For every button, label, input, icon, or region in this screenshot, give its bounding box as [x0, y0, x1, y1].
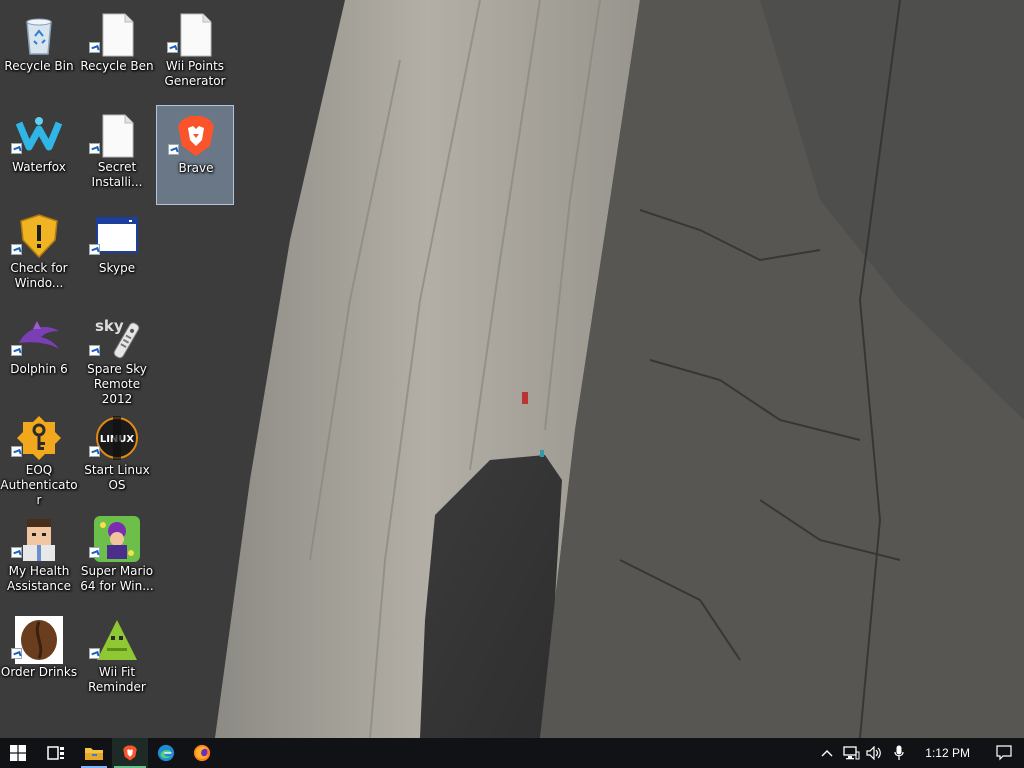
icon-label: Dolphin 6 [10, 362, 68, 376]
shortcut-arrow-icon [89, 42, 100, 53]
shortcut-arrow-icon [89, 345, 100, 356]
desktop-icon-secret-installer[interactable]: Secret Installi... [78, 105, 156, 205]
network-icon [843, 746, 860, 760]
shortcut-arrow-icon [89, 143, 100, 154]
edge-icon [157, 744, 175, 762]
icon-label: Secret Installi... [91, 160, 143, 189]
mario-game-icon [94, 516, 140, 562]
desktop-icon-brave[interactable]: Brave [156, 105, 234, 205]
wii-fit-icon [97, 620, 137, 660]
shortcut-arrow-icon [11, 446, 22, 457]
desktop-icon-wii-points-generator[interactable]: Wii Points Generator [156, 4, 234, 104]
chevron-up-icon [821, 750, 833, 757]
shortcut-arrow-icon [11, 143, 22, 154]
task-view-button[interactable] [36, 738, 76, 768]
desktop-icon-waterfox[interactable]: Waterfox [0, 105, 78, 205]
icon-label: Skype [98, 261, 136, 275]
icon-label: Order Drinks [0, 665, 78, 679]
desktop-icon-eoq-authenticator[interactable]: EOQ Authenticator [0, 408, 78, 508]
taskbar: 1:12 PM [0, 738, 1024, 768]
shortcut-arrow-icon [11, 244, 22, 255]
svg-text:sky: sky [95, 317, 124, 335]
doctor-avatar-icon [23, 519, 55, 561]
shortcut-arrow-icon [11, 547, 22, 558]
volume-icon [866, 746, 882, 760]
desktop-icon-order-drinks[interactable]: Order Drinks [0, 610, 78, 710]
icon-label: Recycle Ben [80, 59, 154, 73]
desktop-icon-start-linux-os[interactable]: LINUX Start Linux OS [78, 408, 156, 508]
volume-button[interactable] [863, 738, 887, 768]
task-view-icon [47, 746, 64, 760]
desktop-icon-recycle-bin[interactable]: Recycle Bin [0, 4, 78, 104]
desktop-icon-skype[interactable]: Skype [78, 206, 156, 306]
file-explorer-button[interactable] [76, 738, 112, 768]
network-button[interactable] [839, 738, 863, 768]
folder-icon [85, 748, 103, 760]
windows-logo-icon [10, 745, 26, 761]
recycle-bin-icon [26, 18, 52, 55]
desktop-icon-spare-sky-remote[interactable]: sky Spare Sky Remote 2012 [78, 307, 156, 407]
linux-icon: LINUX [96, 416, 138, 460]
system-tray: 1:12 PM [815, 738, 1024, 768]
shortcut-arrow-icon [89, 547, 100, 558]
icon-label: Recycle Bin [4, 59, 74, 73]
shield-warning-icon [20, 214, 58, 259]
show-hidden-icons-button[interactable] [815, 738, 839, 768]
desktop-icon-dolphin[interactable]: Dolphin 6 [0, 307, 78, 407]
action-center-button[interactable] [984, 738, 1024, 768]
file-shortcut-icon [102, 13, 134, 57]
icon-label: Check for Windo... [10, 261, 68, 290]
icon-label: My Health Assistance [7, 564, 71, 593]
shortcut-arrow-icon [89, 648, 100, 659]
microphone-button[interactable] [887, 738, 911, 768]
sky-remote-icon: sky [95, 317, 140, 359]
firefox-taskbar-button[interactable] [184, 738, 220, 768]
icon-label: Wii Fit Reminder [88, 665, 146, 694]
icon-label: Brave [178, 161, 214, 175]
desktop-icon-my-health-assistance[interactable]: My Health Assistance [0, 509, 78, 609]
icon-label: Waterfox [12, 160, 66, 174]
icon-label: EOQ Authenticator [0, 463, 78, 507]
notification-icon [996, 745, 1012, 761]
brave-icon [123, 745, 137, 761]
icon-label: Spare Sky Remote 2012 [87, 362, 147, 406]
file-shortcut-icon [180, 13, 212, 57]
shortcut-arrow-icon [11, 648, 22, 659]
shortcut-arrow-icon [89, 446, 100, 457]
microphone-icon [894, 745, 904, 760]
icon-label: Super Mario 64 for Win... [80, 564, 154, 593]
desktop-icon-check-for-windows-updates[interactable]: Check for Windo... [0, 206, 78, 306]
icon-label: Wii Points Generator [164, 59, 226, 88]
desktop-icon-recycle-ben[interactable]: Recycle Ben [78, 4, 156, 104]
shortcut-arrow-icon [11, 345, 22, 356]
start-button[interactable] [0, 738, 36, 768]
firefox-icon [193, 744, 211, 762]
edge-taskbar-button[interactable] [148, 738, 184, 768]
clock[interactable]: 1:12 PM [911, 746, 984, 760]
coffee-bean-icon [15, 616, 63, 664]
waterfox-icon [15, 117, 63, 151]
key-icon [17, 416, 61, 460]
brave-taskbar-button[interactable] [112, 738, 148, 768]
window-app-icon [96, 217, 138, 253]
shortcut-arrow-icon [89, 244, 100, 255]
shortcut-arrow-icon [167, 42, 178, 53]
desktop-icon-super-mario-64[interactable]: Super Mario 64 for Win... [78, 509, 156, 609]
dolphin-icon [19, 321, 59, 349]
icon-label: Start Linux OS [84, 463, 150, 492]
desktop-icon-wii-fit-reminder[interactable]: Wii Fit Reminder [78, 610, 156, 710]
shortcut-arrow-icon [168, 144, 179, 155]
brave-icon [178, 116, 214, 156]
file-shortcut-icon [102, 114, 134, 158]
